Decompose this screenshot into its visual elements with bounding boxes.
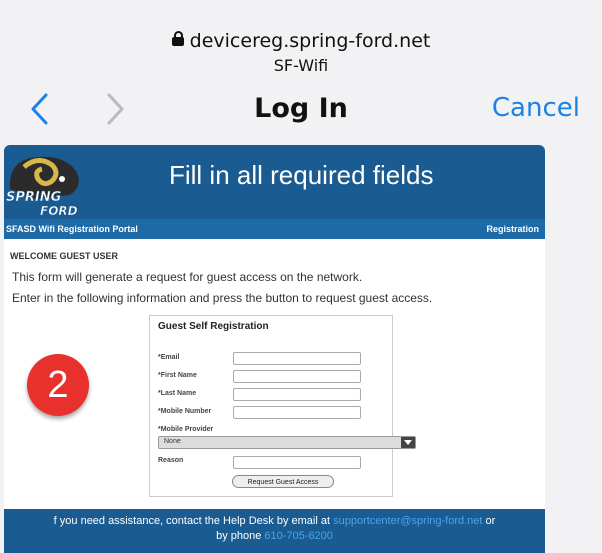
support-email-link[interactable]: supportcenter@spring-ford.net (333, 515, 482, 527)
reason-field[interactable] (233, 456, 361, 469)
url-text: devicereg.spring-ford.net (189, 30, 431, 52)
portal-title: Fill in all required fields (169, 160, 434, 190)
last-name-field[interactable] (233, 388, 361, 401)
form-title: Guest Self Registration (158, 321, 269, 332)
portal-header: SPRING FORD Fill in all required fields (4, 145, 545, 219)
cancel-button[interactable]: Cancel (492, 93, 580, 123)
email-label: *Email (158, 354, 180, 361)
guest-registration-form: Guest Self Registration *Email *First Na… (149, 315, 416, 497)
last-name-label: *Last Name (158, 390, 197, 397)
intro-text-2: Enter in the following information and p… (12, 291, 433, 305)
footer-line-1: f you need assistance, contact the Help … (4, 515, 545, 527)
portal-footer: f you need assistance, contact the Help … (4, 509, 545, 553)
support-phone-link[interactable]: 610-705-6200 (264, 530, 333, 542)
registration-portal: SPRING FORD Fill in all required fields … (4, 145, 545, 553)
provider-selected-value: None (164, 438, 181, 445)
chevron-down-icon[interactable] (401, 437, 415, 448)
logo-text-ford: FORD (40, 204, 78, 218)
reason-label: Reason (158, 457, 184, 464)
footer-help-text: f you need assistance, contact the Help … (53, 515, 331, 527)
first-name-label: *First Name (158, 372, 197, 379)
portal-subbar: SFASD Wifi Registration Portal Registrat… (4, 219, 545, 239)
footer-line-2: by phone 610-705-6200 (4, 530, 545, 542)
url-bar[interactable]: devicereg.spring-ford.net (0, 30, 602, 52)
first-name-field[interactable] (233, 370, 361, 383)
email-field[interactable] (233, 352, 361, 365)
mobile-number-field[interactable] (233, 406, 361, 419)
request-access-button[interactable]: Request Guest Access (232, 475, 334, 488)
footer-phone-prefix: by phone (216, 530, 262, 542)
registration-link[interactable]: Registration (486, 224, 539, 234)
footer-or-text: or (485, 515, 496, 527)
page-gutter (545, 138, 602, 553)
spring-ford-ram-logo: SPRING FORD (6, 156, 79, 218)
welcome-heading: WELCOME GUEST USER (10, 251, 119, 261)
mobile-number-label: *Mobile Number (158, 408, 212, 415)
mobile-provider-select[interactable]: None (158, 436, 416, 449)
network-name: SF-Wifi (273, 56, 329, 75)
logo-text-spring: SPRING (6, 190, 62, 205)
mobile-provider-label: *Mobile Provider (158, 426, 214, 433)
portal-name: SFASD Wifi Registration Portal (6, 224, 138, 234)
step-number-badge: 2 (27, 354, 89, 416)
intro-text-1: This form will generate a request for gu… (12, 270, 363, 284)
browser-header: devicereg.spring-ford.net SF-Wifi Log In… (0, 0, 602, 138)
lock-icon (171, 31, 184, 46)
